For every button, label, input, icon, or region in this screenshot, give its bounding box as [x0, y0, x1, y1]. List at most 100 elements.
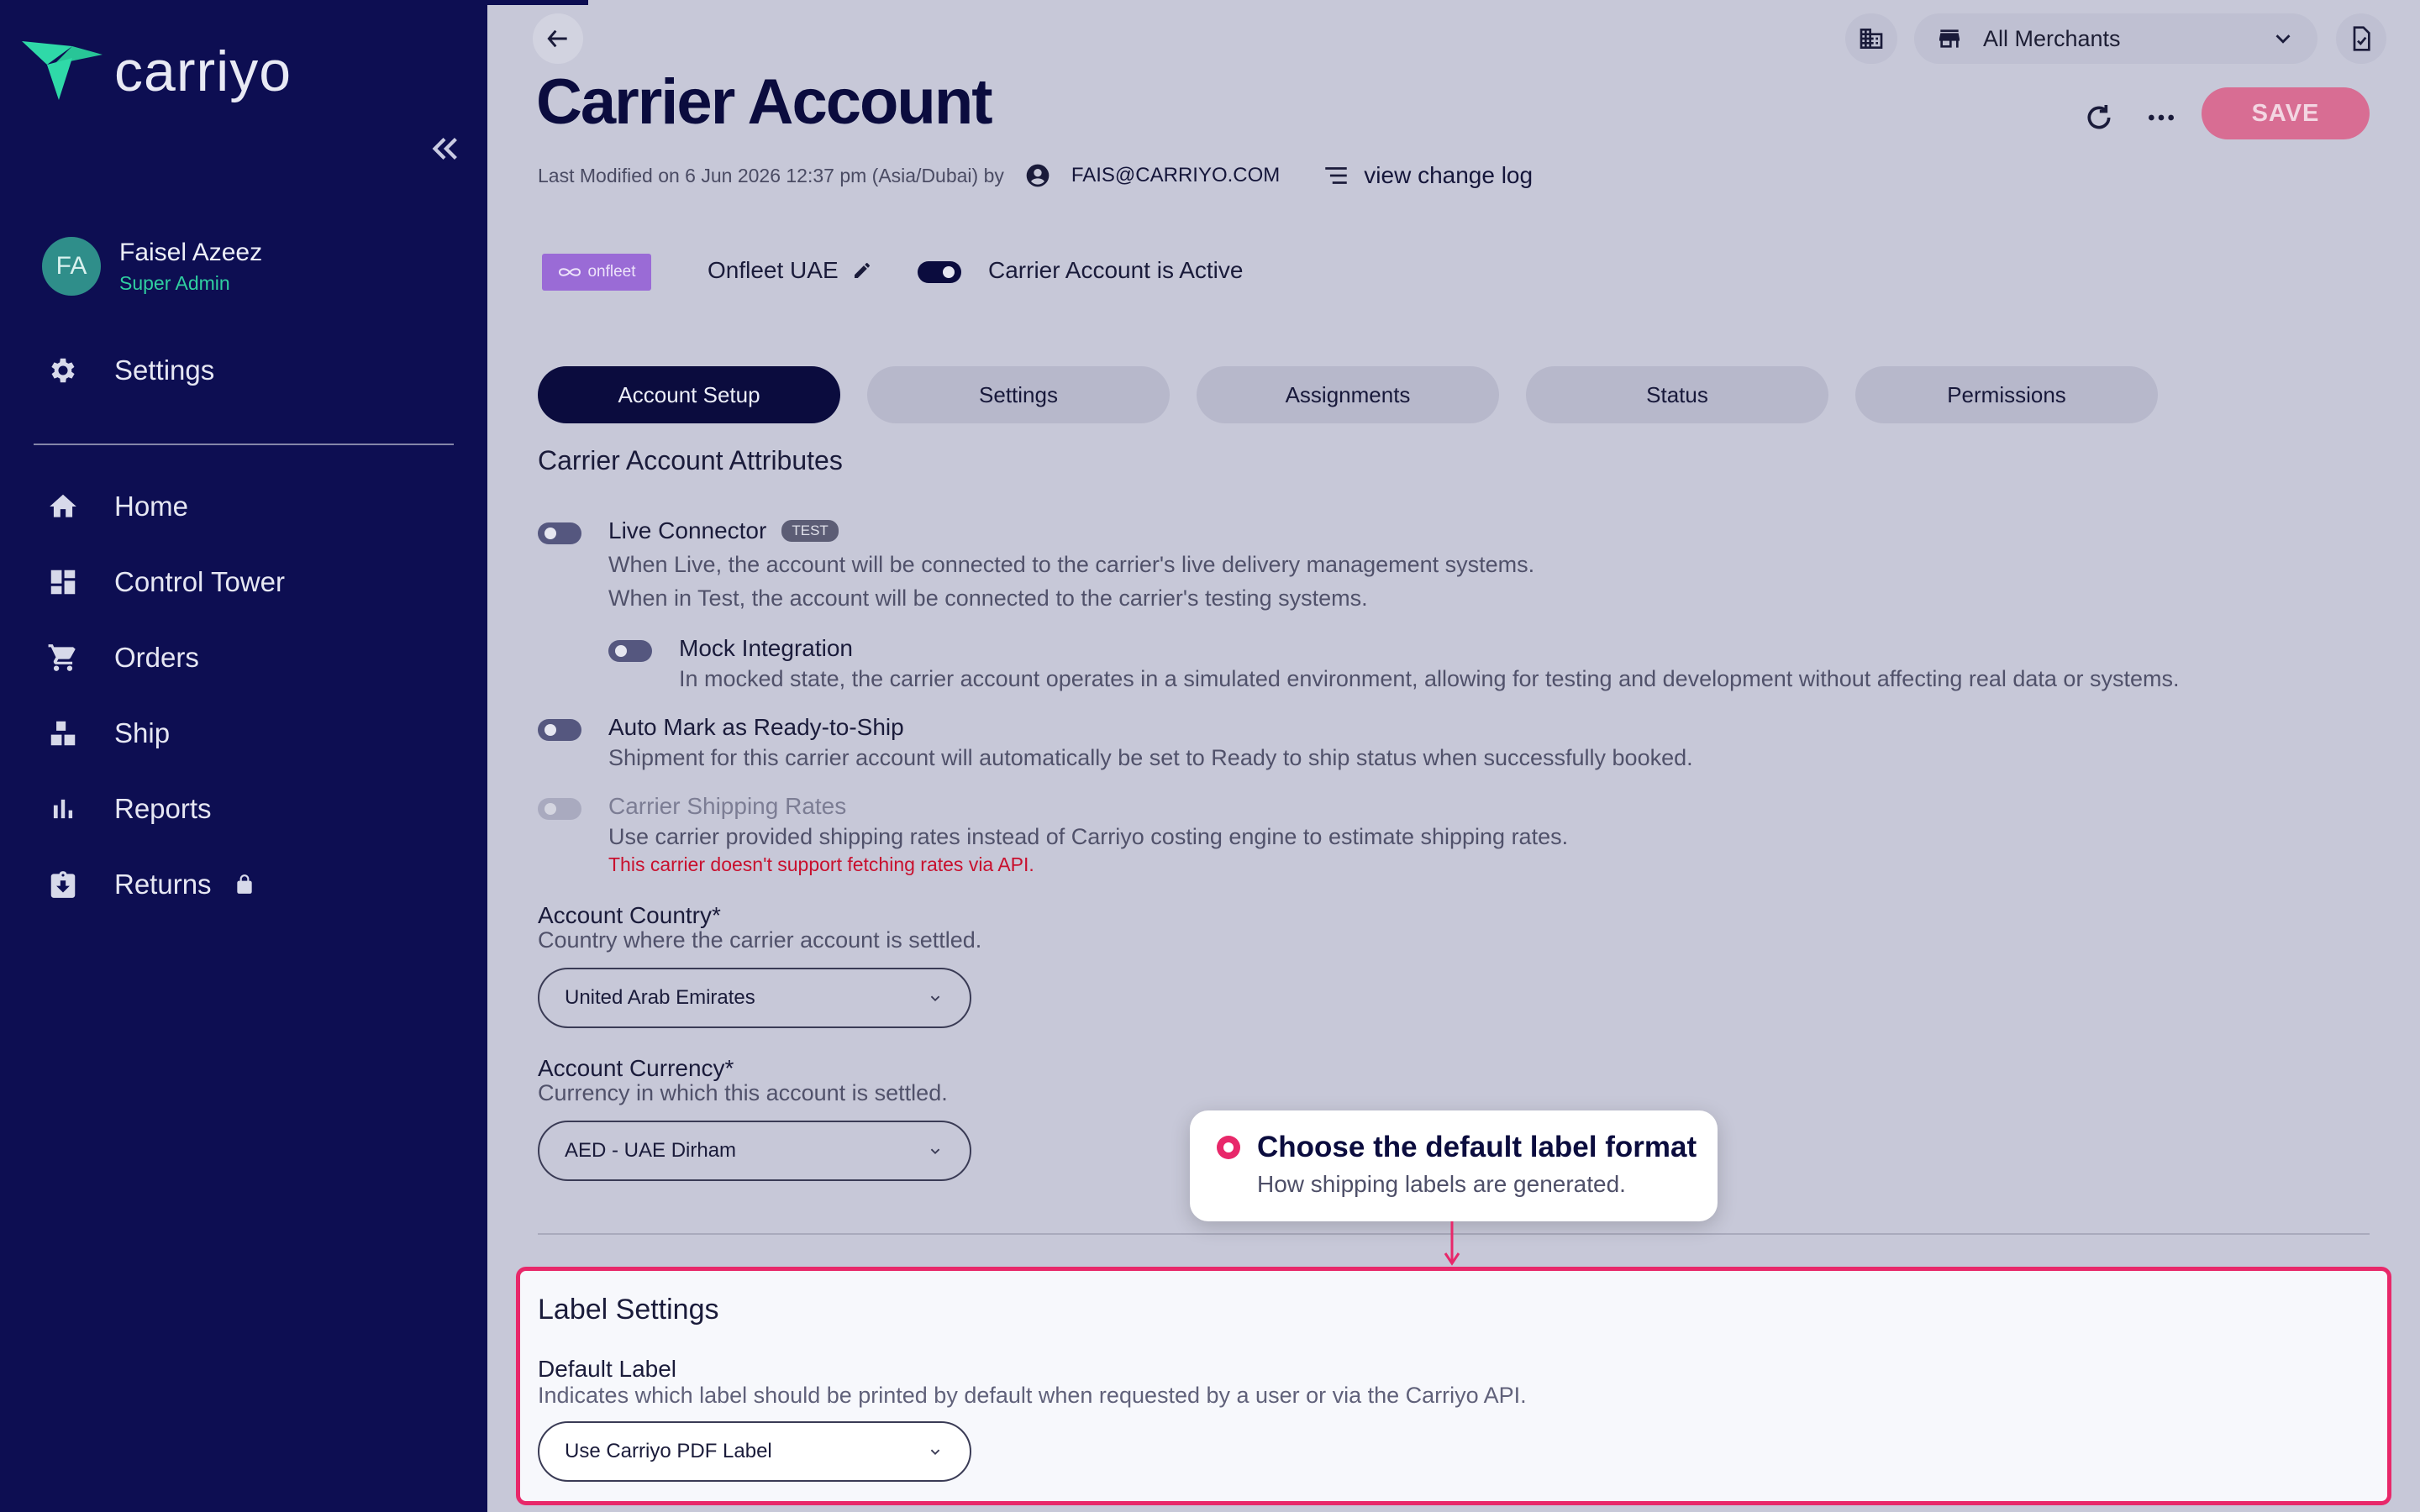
carrier-logo: onfleet	[542, 254, 651, 291]
chevron-down-icon	[930, 995, 940, 1002]
sidebar-item-label: Home	[114, 491, 189, 522]
user-name: Faisel Azeez	[119, 238, 263, 266]
carrier-active-label: Carrier Account is Active	[988, 257, 1244, 283]
carrier-logo-text: onfleet	[587, 263, 636, 281]
sidebar-item-ship[interactable]: Ship	[47, 717, 170, 749]
brand-logo[interactable]: carriyo	[22, 39, 292, 104]
mock-integration-toggle[interactable]	[608, 640, 652, 662]
merchant-select[interactable]: All Merchants	[1914, 13, 2317, 64]
sidebar: carriyo FA Faisel Azeez Super Admin Sett…	[0, 0, 487, 1512]
home-icon	[50, 494, 76, 517]
carrier-name[interactable]: Onfleet UAE	[708, 257, 872, 284]
attribute-description: Shipment for this carrier account will a…	[608, 745, 1693, 770]
live-connector-toggle[interactable]	[538, 522, 581, 544]
attribute-carrier-shipping-rates: Carrier Shipping Rates Use carrier provi…	[538, 793, 1568, 876]
carrier-name-text: Onfleet UAE	[708, 257, 839, 283]
account-country-label: Account Country*	[538, 902, 721, 928]
section-title: Carrier Account Attributes	[538, 450, 843, 475]
loading-bar	[487, 0, 588, 5]
more-options-icon[interactable]	[2144, 101, 2178, 134]
lock-icon	[236, 874, 252, 894]
tab-permissions[interactable]: Permissions	[1855, 366, 2158, 423]
test-badge: TEST	[781, 520, 839, 542]
tab-account-setup[interactable]: Account Setup	[538, 366, 840, 423]
sidebar-item-label: Settings	[114, 354, 215, 386]
last-modified-text: Last Modified on 6 Jun 2026 12:37 pm (As…	[538, 164, 1004, 186]
sidebar-item-label: Ship	[114, 717, 171, 748]
auto-ready-to-ship-toggle[interactable]	[538, 719, 581, 741]
attribute-description: In mocked state, the carrier account ope…	[679, 666, 2180, 691]
sidebar-item-label: Returns	[114, 869, 212, 900]
account-currency-value: AED - UAE Dirham	[565, 1139, 737, 1162]
organization-button[interactable]	[1845, 13, 1897, 64]
arrow-down-icon	[1444, 1221, 1460, 1266]
sidebar-item-control-tower[interactable]: Control Tower	[47, 566, 285, 598]
default-label-value: Use Carriyo PDF Label	[565, 1440, 772, 1462]
attribute-mock-integration: Mock Integration In mocked state, the ca…	[608, 635, 2179, 696]
merchant-select-value: All Merchants	[1983, 25, 2121, 51]
tab-assignments[interactable]: Assignments	[1197, 366, 1499, 423]
account-currency-label: Account Currency*	[538, 1055, 734, 1081]
account-country-description: Country where the carrier account is set…	[538, 927, 982, 953]
chevron-down-icon	[930, 1449, 940, 1456]
arrow-left-icon	[547, 29, 567, 48]
bar-chart-icon	[53, 799, 73, 819]
carrier-active-toggle[interactable]	[918, 261, 961, 283]
sidebar-item-returns[interactable]: Returns	[47, 869, 255, 900]
page-title: Carrier Account	[536, 66, 993, 138]
attribute-live-connector: Live Connector TEST When Live, the accoun…	[538, 517, 1534, 615]
sidebar-item-label: Reports	[114, 793, 212, 824]
attribute-label: Carrier Shipping Rates	[608, 793, 847, 819]
account-currency-description: Currency in which this account is settle…	[538, 1080, 948, 1105]
error-message: This carrier doesn't support fetching ra…	[608, 853, 1034, 875]
returns-icon	[50, 871, 76, 898]
view-change-log-link[interactable]: view change log	[1364, 162, 1533, 189]
carriyo-bird-icon	[22, 41, 103, 100]
save-button[interactable]: SAVE	[2202, 87, 2370, 139]
chevron-down-icon	[2275, 34, 2291, 44]
refresh-icon[interactable]	[2082, 101, 2116, 134]
building-icon	[1860, 29, 1883, 49]
store-icon	[1939, 29, 1960, 48]
collapse-sidebar-icon[interactable]	[425, 129, 464, 168]
attribute-label: Auto Mark as Ready-to-Ship	[608, 714, 904, 740]
sidebar-item-settings[interactable]: Settings	[47, 354, 214, 386]
cart-icon	[48, 644, 76, 671]
back-button[interactable]	[533, 13, 583, 64]
last-modified: Last Modified on 6 Jun 2026 12:37 pm (As…	[538, 161, 1533, 190]
tooltip-indicator-icon	[1217, 1136, 1240, 1159]
modified-by-email: FAIS@CARRIYO.COM	[1071, 164, 1281, 186]
tab-settings[interactable]: Settings	[867, 366, 1170, 423]
user-profile[interactable]: FA Faisel Azeez Super Admin	[42, 237, 262, 296]
dashboard-icon	[50, 570, 76, 595]
boxes-icon	[50, 721, 76, 746]
default-label-select[interactable]: Use Carriyo PDF Label	[538, 1421, 971, 1482]
default-label-label: Default Label	[538, 1356, 677, 1382]
sidebar-divider	[34, 444, 454, 445]
gear-icon	[51, 358, 75, 383]
sidebar-item-label: Control Tower	[114, 566, 285, 597]
pencil-icon[interactable]	[852, 260, 872, 281]
account-country-value: United Arab Emirates	[565, 986, 755, 1009]
carrier-shipping-rates-toggle	[538, 798, 581, 820]
document-check-button[interactable]	[2336, 13, 2386, 64]
sidebar-item-reports[interactable]: Reports	[47, 793, 212, 825]
tooltip-subtitle: How shipping labels are generated.	[1257, 1171, 1626, 1197]
attribute-label: Live Connector	[608, 517, 767, 543]
avatar: FA	[42, 237, 101, 296]
tab-status[interactable]: Status	[1526, 366, 1828, 423]
user-role: Super Admin	[119, 271, 230, 294]
onfleet-logo-icon	[559, 268, 581, 276]
chevron-down-icon	[930, 1148, 940, 1155]
sidebar-item-home[interactable]: Home	[47, 491, 188, 522]
default-label-description: Indicates which label should be printed …	[538, 1383, 1527, 1408]
account-currency-select[interactable]: AED - UAE Dirham	[538, 1121, 971, 1181]
attribute-auto-ready-to-ship: Auto Mark as Ready-to-Ship Shipment for …	[538, 714, 1693, 774]
tooltip-title: Choose the default label format	[1257, 1131, 1697, 1163]
sidebar-item-label: Orders	[114, 642, 199, 673]
account-country-select[interactable]: United Arab Emirates	[538, 968, 971, 1028]
document-check-icon	[2353, 26, 2370, 51]
attribute-label: Mock Integration	[679, 635, 853, 661]
user-circle-icon	[1026, 164, 1050, 187]
sidebar-item-orders[interactable]: Orders	[47, 642, 199, 674]
